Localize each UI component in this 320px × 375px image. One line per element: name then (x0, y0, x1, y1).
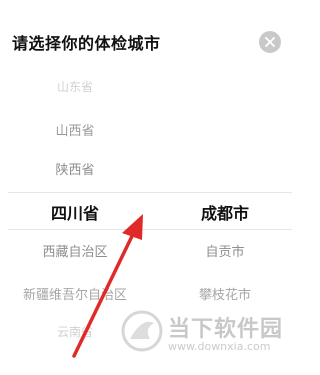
watermark-text: 当下软件园 (168, 317, 284, 342)
selection-bottom-line (8, 229, 292, 230)
province-option[interactable]: 陕西省 (0, 159, 150, 178)
watermark: 当下软件园 www.downxia.com (120, 305, 300, 365)
province-option-selected[interactable]: 四川省 (0, 200, 150, 224)
province-option[interactable]: 山东省 (0, 78, 150, 95)
selection-top-line (8, 192, 292, 193)
watermark-logo-icon (121, 310, 163, 352)
city-selection-sheet: 请选择你的体检城市 山东省 山西省 陕西省 四川省 西藏自治区 新疆维吾尔自治区… (0, 0, 300, 375)
city-option[interactable]: 攀枝花市 (150, 284, 300, 303)
province-option[interactable]: 新疆维吾尔自治区 (0, 284, 150, 303)
province-option[interactable]: 西藏自治区 (0, 241, 150, 260)
city-option-selected[interactable]: 成都市 (150, 200, 300, 224)
province-option[interactable]: 山西省 (0, 120, 150, 139)
watermark-url: www.downxia.com (168, 340, 271, 353)
city-option[interactable]: 自贡市 (150, 241, 300, 260)
